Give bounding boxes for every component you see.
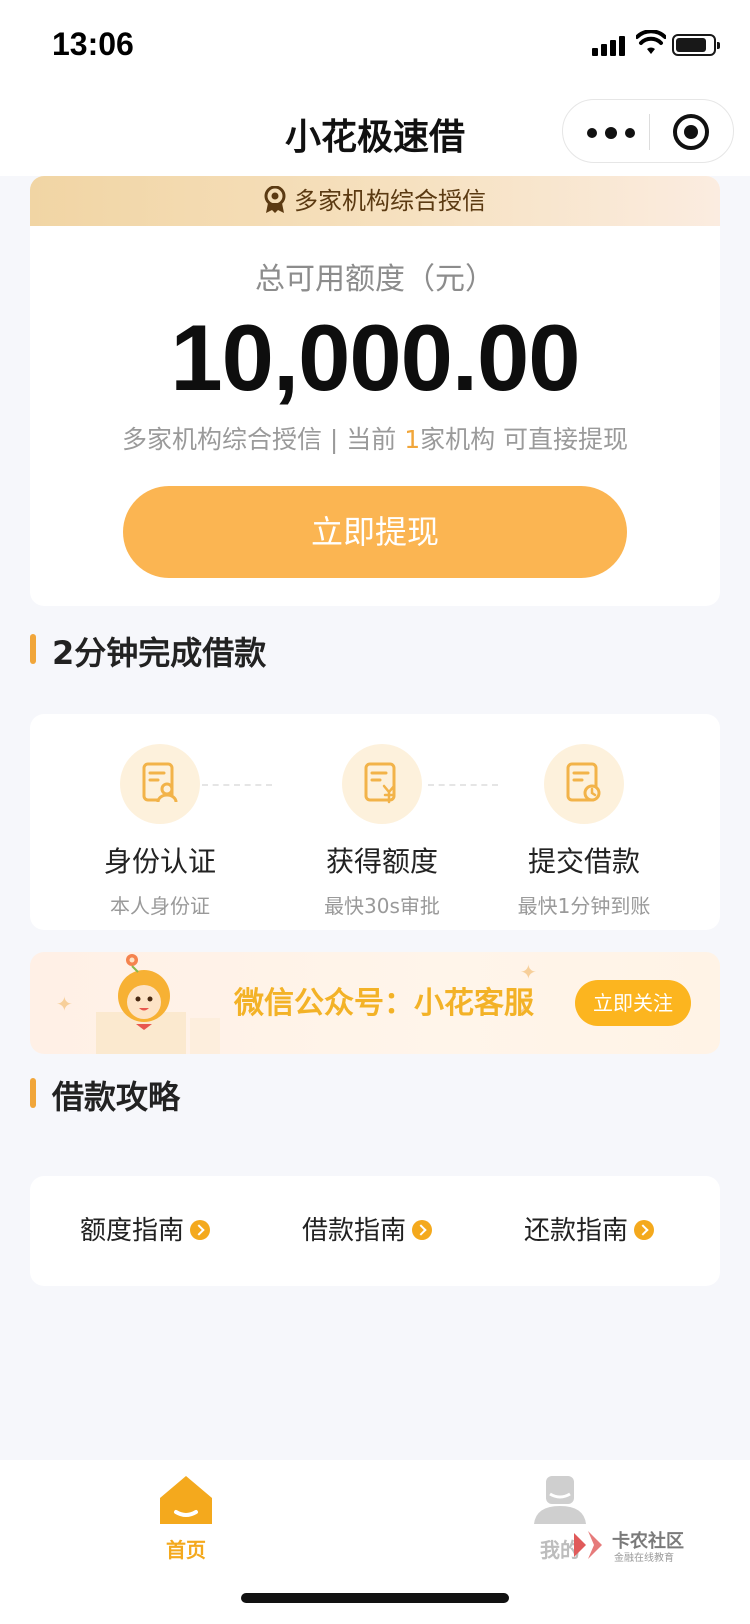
home-icon — [160, 1476, 212, 1524]
steps-card: 身份认证 本人身份证 获得额度 最快30s审批 提交借款 最快1分钟到账 — [30, 714, 720, 930]
close-mini-program-icon[interactable] — [673, 114, 709, 150]
follow-button[interactable]: 立即关注 — [575, 980, 691, 1026]
id-document-icon — [120, 744, 200, 824]
chevron-right-icon — [190, 1219, 211, 1240]
wechat-follow-banner[interactable]: ✦ ✦ ✦ 微信公众号：小花客服 立即关注 — [30, 952, 720, 1054]
step-connector — [202, 784, 272, 786]
credit-amount: 10,000.00 — [170, 305, 580, 410]
watermark-subtext: 金融在线教育 — [614, 1553, 674, 1564]
mini-program-capsule — [562, 99, 734, 163]
section-accent-bar — [30, 634, 36, 664]
badge-icon — [264, 186, 286, 213]
credit-sub-prefix: 多家机构综合授信 | 当前 — [121, 425, 405, 454]
wechat-account-text: 微信公众号：小花客服 — [234, 986, 534, 1021]
credit-sub-suffix: 家机构 可直接提现 — [420, 425, 629, 454]
step-title: 获得额度 — [325, 845, 438, 878]
step-subtitle: 最快30s审批 — [324, 894, 440, 918]
step-identity: 身份认证 本人身份证 — [50, 744, 270, 919]
guide-section-title: 借款攻略 — [52, 1078, 181, 1116]
credit-subtext: 多家机构综合授信 | 当前 1家机构 可直接提现 — [30, 420, 720, 456]
capsule-divider — [649, 114, 650, 150]
guide-item-credit[interactable]: 额度指南 — [80, 1210, 211, 1247]
guide-item-borrow[interactable]: 借款指南 — [302, 1210, 433, 1247]
watermark: 卡农社区 金融在线教育 — [570, 1527, 700, 1567]
credit-banner-text: 多家机构综合授信 — [294, 187, 486, 215]
user-icon — [534, 1476, 586, 1524]
withdraw-button[interactable]: 立即提现 — [123, 486, 627, 578]
watermark-logo-icon — [574, 1531, 602, 1559]
wifi-icon — [636, 30, 666, 54]
section-accent-bar — [30, 1078, 36, 1108]
more-icon[interactable] — [587, 120, 643, 144]
guide-item-label: 借款指南 — [302, 1216, 407, 1246]
guide-item-repay[interactable]: 还款指南 — [524, 1210, 655, 1247]
battery-icon — [672, 34, 720, 56]
credit-label: 总可用额度（元） — [255, 262, 495, 297]
step-subtitle: 最快1分钟到账 — [517, 894, 651, 918]
chevron-right-icon — [634, 1219, 655, 1240]
yuan-document-icon — [342, 744, 422, 824]
tab-home[interactable]: 首页 — [126, 1474, 246, 1563]
step-submit: 提交借款 最快1分钟到账 — [474, 744, 694, 919]
home-indicator — [241, 1593, 509, 1603]
tab-label: 首页 — [166, 1538, 206, 1562]
institution-count: 1 — [404, 425, 421, 454]
guide-item-label: 还款指南 — [524, 1216, 629, 1246]
steps-section-title: 2分钟完成借款 — [52, 634, 267, 672]
status-time: 13:06 — [52, 26, 134, 62]
step-subtitle: 本人身份证 — [110, 894, 210, 918]
sparkle-icon: ✦ — [56, 992, 73, 1016]
chevron-right-icon — [412, 1219, 433, 1240]
nav-bar: 小花极速借 — [0, 88, 750, 176]
step-credit: 获得额度 最快30s审批 — [272, 744, 492, 919]
step-title: 提交借款 — [527, 845, 640, 878]
guide-item-label: 额度指南 — [80, 1216, 185, 1246]
credit-banner: 多家机构综合授信 — [30, 176, 720, 226]
signal-icon — [592, 34, 628, 56]
credit-card: 多家机构综合授信 总可用额度（元） 10,000.00 多家机构综合授信 | 当… — [30, 176, 720, 606]
mascot-illustration — [96, 954, 220, 1054]
status-bar: 13:06 — [0, 0, 750, 88]
clock-document-icon — [544, 744, 624, 824]
step-title: 身份认证 — [103, 845, 216, 878]
guide-card: 额度指南 借款指南 还款指南 — [30, 1176, 720, 1286]
